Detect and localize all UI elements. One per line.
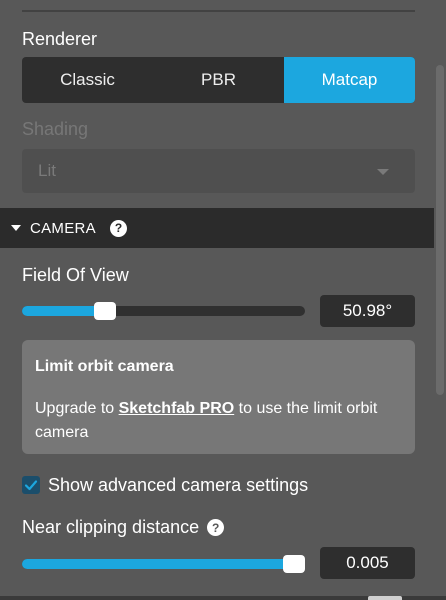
near-clipping-slider-fill [22, 559, 302, 569]
shading-select[interactable]: Lit [22, 149, 415, 193]
checkmark-icon [24, 480, 38, 491]
help-icon[interactable]: ? [109, 219, 127, 237]
collapse-triangle-icon [11, 225, 21, 231]
limit-orbit-text-before: Upgrade to [35, 400, 119, 417]
shading-label: Shading [22, 119, 89, 139]
renderer-label: Renderer [22, 29, 98, 49]
field-of-view-slider-thumb[interactable] [94, 302, 116, 320]
renderer-option-matcap[interactable]: Matcap [284, 57, 415, 103]
field-of-view-label: Field Of View [22, 265, 129, 285]
near-clipping-label-row: Near clipping distance ? [22, 517, 225, 538]
field-of-view-slider[interactable] [22, 302, 305, 320]
renderer-segmented-control: Classic PBR Matcap [22, 57, 415, 103]
top-divider [22, 10, 415, 12]
bottom-control-nub [368, 596, 402, 600]
field-of-view-value-input[interactable]: 50.98° [320, 295, 415, 327]
chevron-down-icon [377, 169, 389, 175]
renderer-option-classic[interactable]: Classic [22, 57, 153, 103]
near-clipping-slider-thumb[interactable] [283, 555, 305, 573]
near-clipping-value-input[interactable]: 0.005 [320, 547, 415, 579]
scrollbar-thumb[interactable] [436, 65, 444, 395]
limit-orbit-title: Limit orbit camera [35, 358, 174, 375]
limit-orbit-description: Upgrade to Sketchfab PRO to use the limi… [35, 397, 395, 445]
bottom-edge [0, 596, 446, 600]
advanced-settings-checkbox[interactable] [22, 476, 40, 494]
sketchfab-pro-link[interactable]: Sketchfab PRO [119, 400, 235, 417]
near-clipping-slider[interactable] [22, 555, 305, 573]
help-icon[interactable]: ? [207, 519, 225, 536]
camera-section-title: CAMERA [30, 219, 96, 237]
shading-select-value: Lit [38, 161, 56, 180]
renderer-option-pbr[interactable]: PBR [153, 57, 284, 103]
field-of-view-slider-fill [22, 306, 105, 316]
camera-section-header[interactable]: CAMERA ? [0, 208, 434, 248]
advanced-settings-label[interactable]: Show advanced camera settings [48, 475, 308, 496]
near-clipping-label: Near clipping distance [22, 517, 200, 537]
limit-orbit-info-box: Limit orbit camera Upgrade to Sketchfab … [22, 340, 415, 454]
